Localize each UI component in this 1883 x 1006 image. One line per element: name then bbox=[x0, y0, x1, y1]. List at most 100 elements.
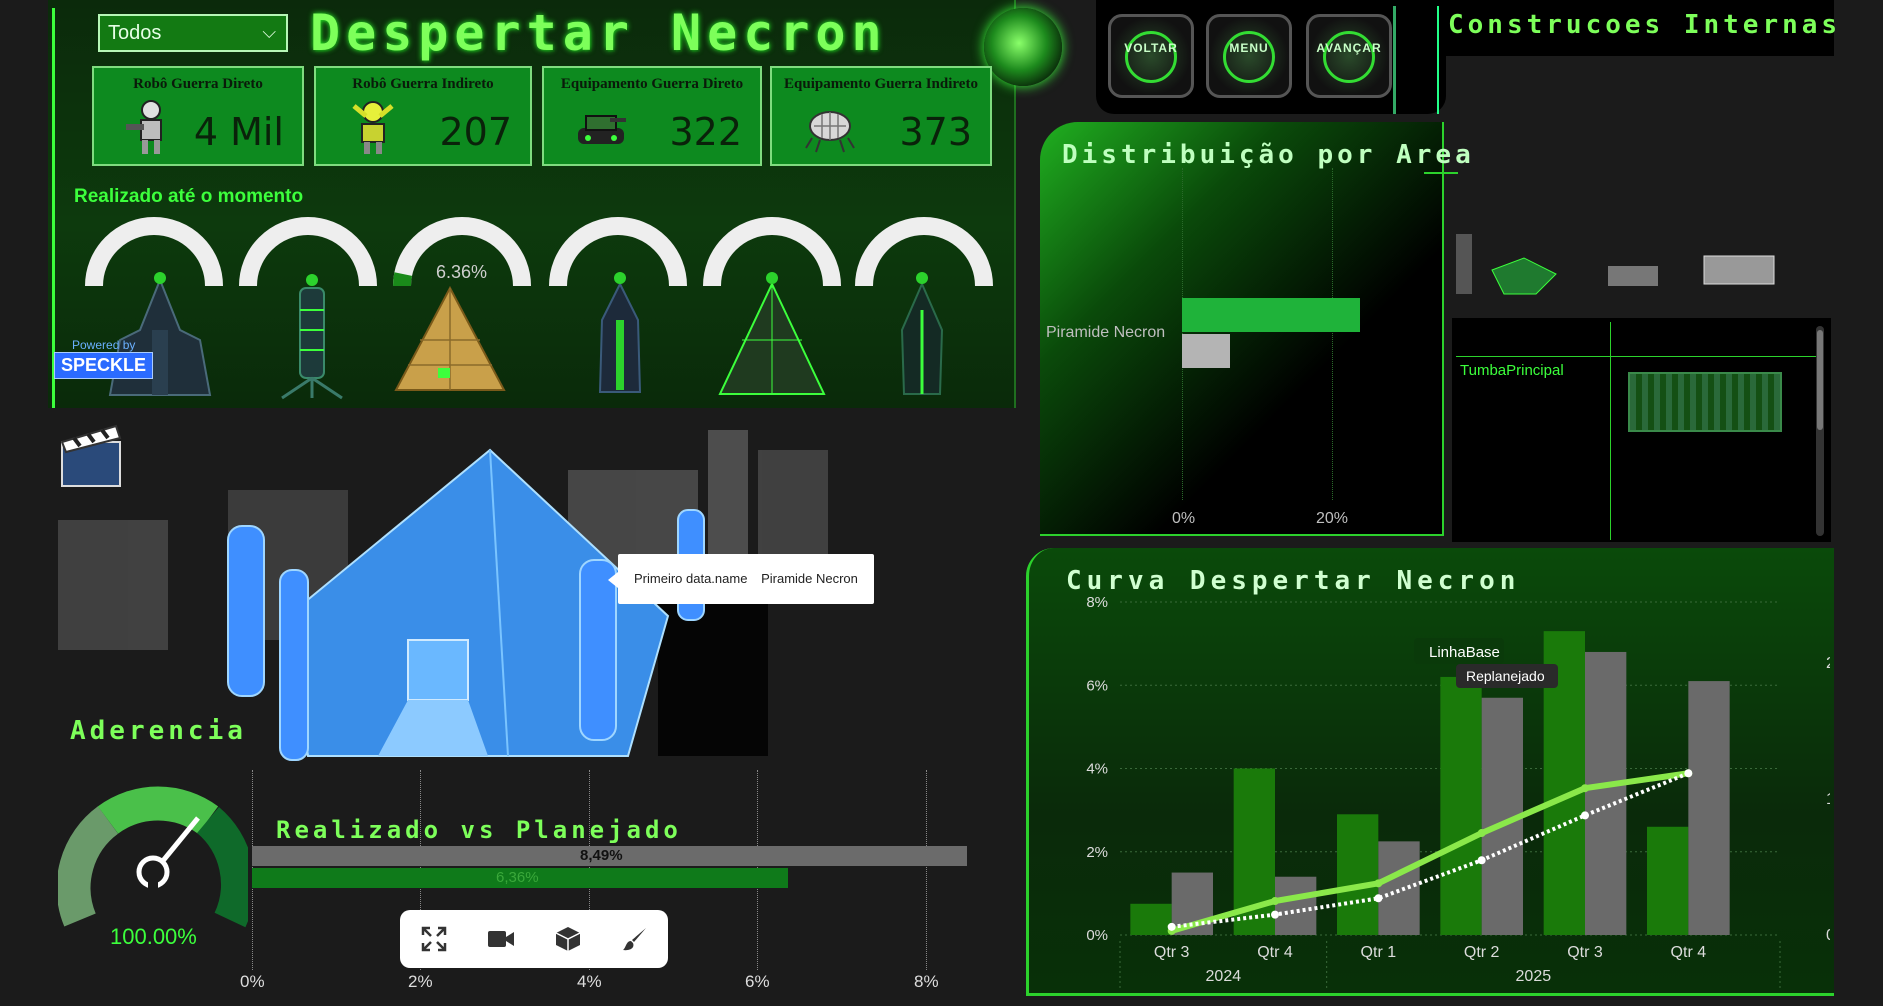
rvp-title: Realizado vs Planejado bbox=[276, 816, 682, 844]
y-tick: 4% bbox=[1086, 761, 1108, 778]
selection-tooltip: Primeiro data.name Piramide Necron bbox=[618, 554, 874, 604]
y2-tick: 20% bbox=[1826, 655, 1830, 672]
axis-tick: 6% bbox=[745, 972, 770, 991]
y-tick: 6% bbox=[1086, 677, 1108, 694]
powered-label: Powered by bbox=[72, 338, 136, 352]
spire-tower-image bbox=[281, 274, 343, 400]
x-tick: Qtr 2 bbox=[1464, 944, 1500, 961]
scrollbar-thumb[interactable] bbox=[1817, 330, 1823, 430]
chart-bar bbox=[1130, 903, 1172, 935]
robot-warrior-icon bbox=[126, 100, 162, 154]
table-divider bbox=[1610, 322, 1611, 540]
kpi-card-robo-indireto: Robô Guerra Indireto 207 bbox=[314, 66, 532, 166]
speckle-logo: SPECKLE bbox=[54, 352, 154, 379]
expand-icon[interactable] bbox=[418, 923, 450, 955]
citadel-tower-image bbox=[108, 272, 212, 396]
distribution-bar[interactable] bbox=[1182, 298, 1360, 332]
axis-tick: 0% bbox=[240, 972, 265, 991]
kpi-card-equip-direto: Equipamento Guerra Direto 322 bbox=[542, 66, 762, 166]
x-tick: Qtr 3 bbox=[1567, 944, 1603, 961]
camera-icon[interactable] bbox=[485, 923, 517, 955]
chart-bar bbox=[1378, 841, 1420, 935]
legend-linhabase: LinhaBase bbox=[1429, 644, 1500, 661]
dark-building bbox=[658, 586, 768, 756]
kpi-value: 373 bbox=[899, 110, 972, 154]
dark-spire-image bbox=[900, 272, 944, 395]
table-divider bbox=[1456, 356, 1816, 357]
page-title: Despertar Necron bbox=[310, 4, 888, 62]
adherence-value: 100.00% bbox=[110, 924, 197, 949]
menu-button[interactable]: MENU bbox=[1206, 14, 1292, 98]
kpi-value: 207 bbox=[439, 110, 512, 154]
clapperboard-icon[interactable] bbox=[58, 418, 124, 490]
tank-icon bbox=[578, 115, 626, 144]
chart-bar bbox=[1440, 676, 1482, 935]
building-thumb-2 bbox=[1491, 257, 1557, 295]
curve-chart: 0% 2% 4% 6% 8% 0% 10% 20% LinhaBase Replanejado Qt… bbox=[1086, 594, 1830, 989]
legend-replanejado: Replanejado bbox=[1466, 668, 1545, 684]
series-point bbox=[1477, 829, 1486, 838]
kpi-label: Robô Guerra Direto bbox=[133, 76, 263, 92]
menu-label: MENU bbox=[1229, 41, 1269, 55]
series-point bbox=[1374, 879, 1383, 888]
series-point bbox=[1581, 784, 1589, 793]
scarab-icon bbox=[805, 111, 855, 153]
constructions-title: Construcoes Internas bbox=[1448, 10, 1842, 40]
chevron-down-icon: ⌵ bbox=[262, 22, 276, 42]
robot-indirect-icon bbox=[352, 101, 394, 154]
tooltip-value: Piramide Necron bbox=[761, 571, 858, 586]
back-label: VOLTAR bbox=[1124, 41, 1178, 55]
tooltip-key: Primeiro data.name bbox=[634, 571, 748, 586]
back-button[interactable]: VOLTAR bbox=[1108, 14, 1194, 98]
accent-line bbox=[1424, 172, 1458, 174]
building-thumbnails bbox=[1444, 230, 1834, 320]
grid-line bbox=[926, 770, 927, 970]
year-label: 2024 bbox=[1206, 968, 1242, 985]
grid-line bbox=[1332, 168, 1333, 500]
brush-icon[interactable] bbox=[619, 923, 651, 955]
chart-bar bbox=[1688, 681, 1730, 935]
building-thumb-1 bbox=[1456, 234, 1472, 294]
series-point bbox=[1271, 910, 1279, 919]
y-tick: 8% bbox=[1086, 594, 1108, 611]
circuit-decoration bbox=[1393, 6, 1439, 114]
building-image bbox=[1628, 372, 1782, 432]
x-tick: Qtr 3 bbox=[1154, 944, 1190, 961]
kpi-label: Equipamento Guerra Direto bbox=[560, 76, 744, 92]
series-point bbox=[1581, 811, 1589, 820]
axis-tick: 2% bbox=[408, 972, 433, 991]
kpi-card-robo-direto: Robô Guerra Direto 4 Mil bbox=[92, 66, 304, 166]
axis-tick: 4% bbox=[577, 972, 602, 991]
obelisk-tower-image bbox=[598, 272, 642, 393]
kpi-label: Equipamento Guerra Indireto bbox=[784, 76, 978, 92]
x-tick: Qtr 4 bbox=[1671, 944, 1707, 961]
filter-dropdown[interactable]: Todos ⌵ bbox=[98, 14, 288, 52]
distribution-bar[interactable] bbox=[1182, 334, 1230, 368]
kpi-value: 322 bbox=[669, 110, 742, 154]
chart-bar bbox=[1647, 826, 1689, 935]
year-label: 2025 bbox=[1516, 968, 1552, 985]
progress-label: Realizado até o momento bbox=[74, 186, 304, 207]
x-tick: Qtr 4 bbox=[1257, 944, 1293, 961]
x-tick: Qtr 1 bbox=[1361, 944, 1397, 961]
axis-tick: 8% bbox=[914, 972, 939, 991]
table-cell[interactable]: TumbaPrincipal bbox=[1460, 362, 1564, 379]
series-point bbox=[1167, 922, 1176, 931]
kpi-card-equip-indireto: Equipamento Guerra Indireto 373 bbox=[770, 66, 992, 166]
forward-button[interactable]: AVANÇAR bbox=[1306, 14, 1392, 98]
distribution-title: Distribuição por Area bbox=[1062, 140, 1475, 170]
series-point bbox=[1374, 894, 1383, 903]
series-point bbox=[1684, 769, 1693, 778]
necron-orb-icon bbox=[984, 8, 1062, 86]
realized-label: 6,36% bbox=[496, 869, 539, 886]
cube-icon[interactable] bbox=[552, 923, 584, 955]
y-tick: 2% bbox=[1086, 844, 1108, 861]
building-thumb-3 bbox=[1608, 266, 1658, 286]
axis-tick: 0% bbox=[1172, 510, 1196, 527]
powered-by-speckle[interactable]: Powered by SPECKLE bbox=[54, 338, 154, 379]
y2-tick: 0% bbox=[1826, 927, 1830, 944]
axis-tick: 20% bbox=[1316, 510, 1349, 527]
series-point bbox=[1271, 897, 1279, 906]
kpi-label: Robô Guerra Indireto bbox=[352, 76, 494, 92]
filter-value: Todos bbox=[108, 22, 162, 44]
